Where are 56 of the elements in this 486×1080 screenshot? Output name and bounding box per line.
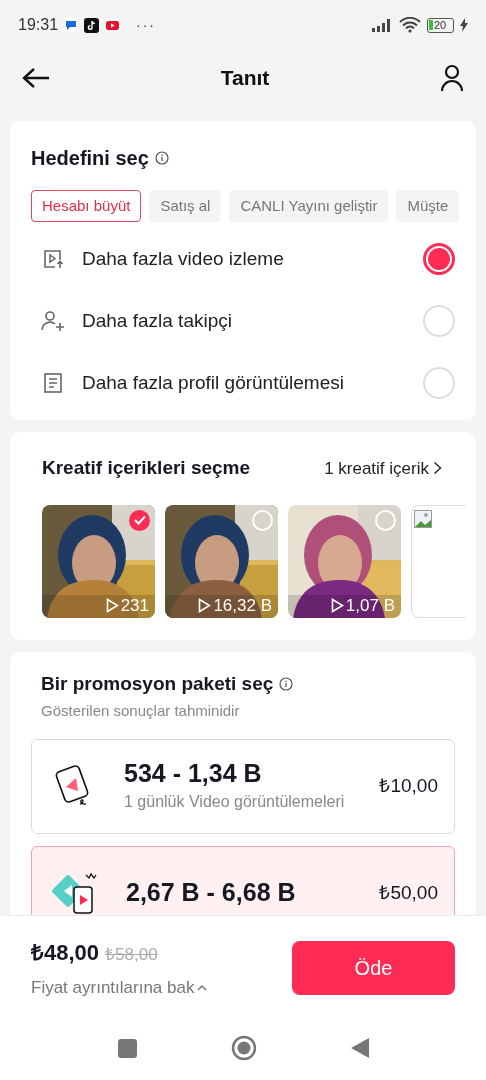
goal-option-label[interactable]: Daha fazla video izleme — [82, 244, 423, 274]
recent-apps-icon[interactable] — [117, 1038, 137, 1058]
video-thumbnail[interactable]: 1,07 B — [288, 504, 401, 618]
package-price: ₺50,00 — [379, 880, 438, 905]
section-title: Kreatif içerikleri seçme — [42, 456, 251, 480]
signal-icon — [371, 18, 393, 32]
goal-chip[interactable]: Müşte — [396, 190, 460, 222]
battery-level: 20 — [434, 19, 447, 31]
back-arrow-icon[interactable] — [22, 67, 50, 89]
wifi-icon — [399, 17, 421, 33]
more-notifications: ··· — [136, 15, 157, 35]
view-count: 1,07 B — [345, 596, 395, 614]
document-icon — [43, 372, 63, 394]
page-title: Tanıt — [220, 65, 270, 92]
pay-button[interactable]: Öde — [292, 941, 455, 995]
play-app-icon — [105, 18, 121, 32]
info-icon[interactable] — [154, 151, 169, 165]
music-note-app-icon — [84, 17, 100, 33]
package-detail: 1 günlük Video görüntülemeleri — [124, 791, 346, 812]
check-icon — [133, 515, 146, 525]
person-icon[interactable] — [440, 64, 464, 92]
video-upload-icon — [42, 248, 64, 270]
package-price: ₺10,00 — [379, 773, 438, 798]
play-icon — [330, 597, 344, 613]
goal-option-label[interactable]: Daha fazla takipçi — [82, 306, 423, 336]
home-icon[interactable] — [230, 1035, 257, 1061]
view-count: 16,32 B — [213, 596, 272, 614]
add-person-icon — [41, 309, 65, 333]
back-icon[interactable] — [350, 1038, 369, 1058]
section-title: Hedefini seç — [31, 146, 149, 171]
goal-chip[interactable]: CANLI Yayını geliştir — [229, 190, 389, 222]
total-price: ₺48,00 — [31, 938, 100, 967]
goal-chip[interactable]: Hesabı büyüt — [31, 190, 142, 222]
package-option[interactable]: 2,67 B - 6,68 B ₺50,00 — [31, 845, 455, 915]
caret-up-icon — [197, 984, 208, 991]
view-count: 231 — [120, 596, 149, 614]
play-icon — [198, 597, 212, 613]
creative-count-link[interactable]: 1 kreatif içerik — [324, 455, 442, 481]
goal-chip[interactable]: Satış al — [149, 190, 222, 222]
broken-image-icon — [414, 509, 432, 528]
price-details-link[interactable]: Fiyat ayrıntılarına bak — [31, 974, 208, 1001]
video-thumbnail[interactable]: 16,32 B — [165, 504, 278, 618]
radio-button[interactable] — [423, 243, 455, 275]
view-range: 2,67 B - 6,68 B — [126, 877, 297, 909]
goal-option-label[interactable]: Daha fazla profil görüntülemesi — [82, 368, 423, 398]
package-option[interactable]: 534 - 1,34 B 1 günlük Video görüntülemeleri ₺10,00 — [31, 738, 455, 834]
section-subtitle: Gösterilen sonuçlar tahminidir — [40, 701, 241, 721]
chevron-right-icon — [433, 461, 442, 476]
message-app-icon — [64, 18, 79, 32]
view-range: 534 - 1,34 B — [124, 758, 263, 790]
play-icon — [105, 597, 119, 613]
charging-icon — [460, 18, 468, 32]
section-title: Bir promosyon paketi seç — [41, 671, 274, 696]
status-time: 19:31 — [18, 15, 59, 35]
info-icon[interactable] — [279, 676, 294, 691]
original-price: ₺58,00 — [105, 943, 158, 966]
